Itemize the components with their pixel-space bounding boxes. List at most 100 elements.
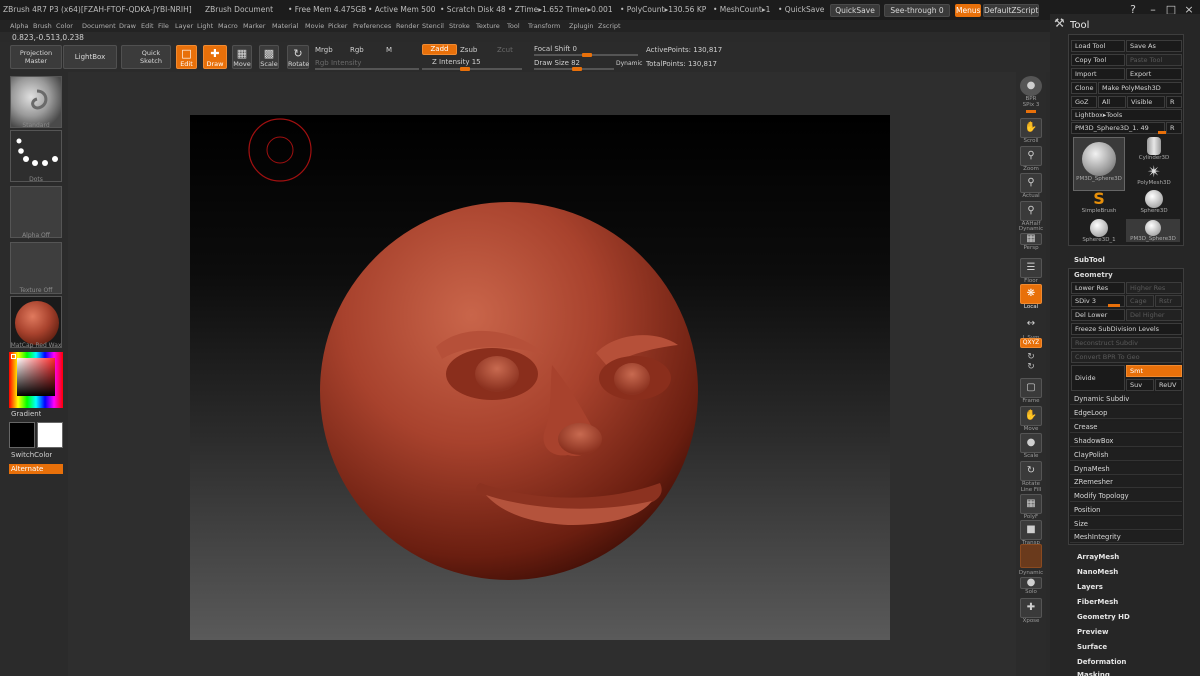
menu-zscript[interactable]: Zscript — [598, 22, 621, 30]
crease-item[interactable]: Crease — [1070, 421, 1182, 433]
lightbox-button[interactable]: LightBox — [63, 45, 117, 69]
menu-zplugin[interactable]: Zplugin — [569, 22, 594, 30]
export-button[interactable]: Export — [1126, 68, 1182, 80]
menu-stroke[interactable]: Stroke — [449, 22, 470, 30]
nanomesh-section[interactable]: NanoMesh — [1077, 568, 1118, 576]
focal-shift-knob[interactable] — [582, 53, 592, 57]
divide-button[interactable]: Divide — [1071, 365, 1125, 391]
scale-view-button[interactable]: ● Scale — [1018, 433, 1044, 460]
spix-slider[interactable]: SPix 3 — [1018, 102, 1044, 114]
copy-tool-button[interactable]: Copy Tool — [1071, 54, 1125, 66]
menu-movie[interactable]: Movie — [305, 22, 324, 30]
local-button[interactable]: ❋ Local — [1018, 284, 1044, 311]
preview-section[interactable]: Preview — [1077, 628, 1109, 636]
load-tool-button[interactable]: Load Tool — [1071, 40, 1125, 52]
tool-thumb-sphere3d-1[interactable]: Sphere3D_1 — [1077, 219, 1121, 243]
draw-button[interactable]: ✚ Draw — [203, 45, 227, 69]
frame-button[interactable]: ▢ Frame — [1018, 378, 1044, 405]
menu-draw[interactable]: Draw — [119, 22, 136, 30]
smt-button[interactable]: Smt — [1126, 365, 1182, 377]
alpha-thumbnail[interactable] — [10, 186, 62, 238]
mrgb-button[interactable]: Mrgb — [315, 46, 333, 54]
paste-tool-button[interactable]: Paste Tool — [1126, 54, 1182, 66]
document-canvas[interactable] — [190, 115, 890, 640]
menu-color[interactable]: Color — [56, 22, 73, 30]
tool-thumb-pm3d-sphere-2[interactable]: PM3D_Sphere3D — [1126, 219, 1180, 242]
scale-button[interactable]: ▩ Scale — [259, 45, 279, 69]
modify-topology-item[interactable]: Modify Topology — [1070, 490, 1182, 502]
color-saturation-square[interactable] — [17, 358, 55, 396]
convert-bpr-button[interactable]: Convert BPR To Geo — [1071, 351, 1182, 363]
material-thumbnail[interactable] — [10, 296, 62, 348]
projection-master-button[interactable]: Projection Master — [10, 45, 62, 69]
xyz-button[interactable]: QXYZ — [1018, 338, 1044, 348]
reconstruct-subdiv-button[interactable]: Reconstruct Subdiv — [1071, 337, 1182, 349]
menu-material[interactable]: Material — [272, 22, 298, 30]
menu-render[interactable]: Render — [396, 22, 419, 30]
menu-brush[interactable]: Brush — [33, 22, 52, 30]
bpr-button[interactable]: ● BPR — [1018, 76, 1044, 103]
deformation-section[interactable]: Deformation — [1077, 658, 1126, 666]
color-picker[interactable] — [9, 352, 63, 408]
shadowbox-item[interactable]: ShadowBox — [1070, 435, 1182, 447]
tool-thumb-cylinder[interactable]: Cylinder3D — [1132, 137, 1176, 161]
zremesher-item[interactable]: ZRemesher — [1070, 476, 1182, 488]
scroll-button[interactable]: ✋ Scroll — [1018, 118, 1044, 145]
freeze-subdiv-button[interactable]: Freeze SubDivision Levels — [1071, 323, 1182, 335]
rgb-button[interactable]: Rgb — [350, 46, 364, 54]
tool-thumb-pm3d-sphere[interactable]: PM3D_Sphere3D — [1073, 137, 1125, 191]
menu-light[interactable]: Light — [197, 22, 213, 30]
rotate-axis-icon[interactable]: ↻ ↻ — [1018, 352, 1044, 372]
reuv-button[interactable]: ReUV — [1155, 379, 1182, 391]
sculpt-model[interactable] — [190, 115, 890, 640]
dynamic-toggle[interactable]: Dynamic — [616, 60, 642, 67]
rotate-view-button[interactable]: ↻ Rotate — [1018, 461, 1044, 488]
cage-button[interactable]: Cage — [1126, 295, 1154, 307]
z-intensity-slider[interactable]: Z Intensity 15 — [432, 58, 481, 66]
surface-section[interactable]: Surface — [1077, 643, 1107, 651]
menu-preferences[interactable]: Preferences — [353, 22, 391, 30]
menu-stencil[interactable]: Stencil — [422, 22, 444, 30]
move-button[interactable]: ▦ Move — [232, 45, 252, 69]
rotate-button[interactable]: ↻ Rotate — [287, 45, 309, 69]
quick-sketch-button[interactable]: Quick Sketch — [121, 45, 171, 69]
tool-thumb-simplebrush[interactable]: S SimpleBrush — [1077, 190, 1121, 215]
del-higher-button[interactable]: Del Higher — [1126, 309, 1182, 321]
floor-button[interactable]: ☰ Floor — [1018, 258, 1044, 285]
draw-size-slider[interactable]: Draw Size 82 — [534, 59, 580, 67]
r-tool-button[interactable]: R — [1166, 122, 1182, 134]
tool-palette-title[interactable]: Tool — [1070, 20, 1089, 31]
make-polymesh-button[interactable]: Make PolyMesh3D — [1098, 82, 1182, 94]
arraymesh-section[interactable]: ArrayMesh — [1077, 553, 1119, 561]
geometry-section[interactable]: Geometry — [1074, 271, 1113, 279]
claypolish-item[interactable]: ClayPolish — [1070, 449, 1182, 461]
draw-size-knob[interactable] — [572, 67, 582, 71]
menu-texture[interactable]: Texture — [476, 22, 500, 30]
current-tool-slider[interactable]: PM3D_Sphere3D_1. 49 — [1071, 122, 1165, 134]
transp-button[interactable]: ■ Transp — [1018, 520, 1044, 547]
move-view-button[interactable]: ✋ Move — [1018, 406, 1044, 433]
all-button[interactable]: All — [1098, 96, 1126, 108]
geometry-hd-section[interactable]: Geometry HD — [1077, 613, 1130, 621]
zsub-button[interactable]: Zsub — [460, 46, 477, 54]
tool-thumb-sphere3d[interactable]: Sphere3D — [1132, 190, 1176, 214]
edgeloop-item[interactable]: EdgeLoop — [1070, 407, 1182, 419]
position-item[interactable]: Position — [1070, 504, 1182, 516]
quicksave-button[interactable]: QuickSave — [830, 4, 880, 17]
default-zscript-button[interactable]: DefaultZScript — [983, 4, 1039, 17]
menu-document[interactable]: Document — [82, 22, 116, 30]
brush-thumbnail[interactable] — [10, 76, 62, 128]
menu-marker[interactable]: Marker — [243, 22, 265, 30]
clone-button[interactable]: Clone — [1071, 82, 1097, 94]
switch-color-button[interactable]: SwitchColor — [11, 451, 52, 459]
del-lower-button[interactable]: Del Lower — [1071, 309, 1125, 321]
focal-shift-slider[interactable]: Focal Shift 0 — [534, 45, 577, 53]
rstr-button[interactable]: Rstr — [1155, 295, 1182, 307]
fibermesh-section[interactable]: FiberMesh — [1077, 598, 1118, 606]
menu-alpha[interactable]: Alpha — [10, 22, 28, 30]
alternate-button[interactable]: Alternate — [9, 464, 63, 474]
primary-color-swatch[interactable] — [9, 422, 35, 448]
xpose-button[interactable]: ✚ Xpose — [1018, 598, 1044, 625]
stroke-thumbnail[interactable] — [10, 130, 62, 182]
solo-button[interactable]: Dynamic ● Solo — [1018, 570, 1044, 596]
